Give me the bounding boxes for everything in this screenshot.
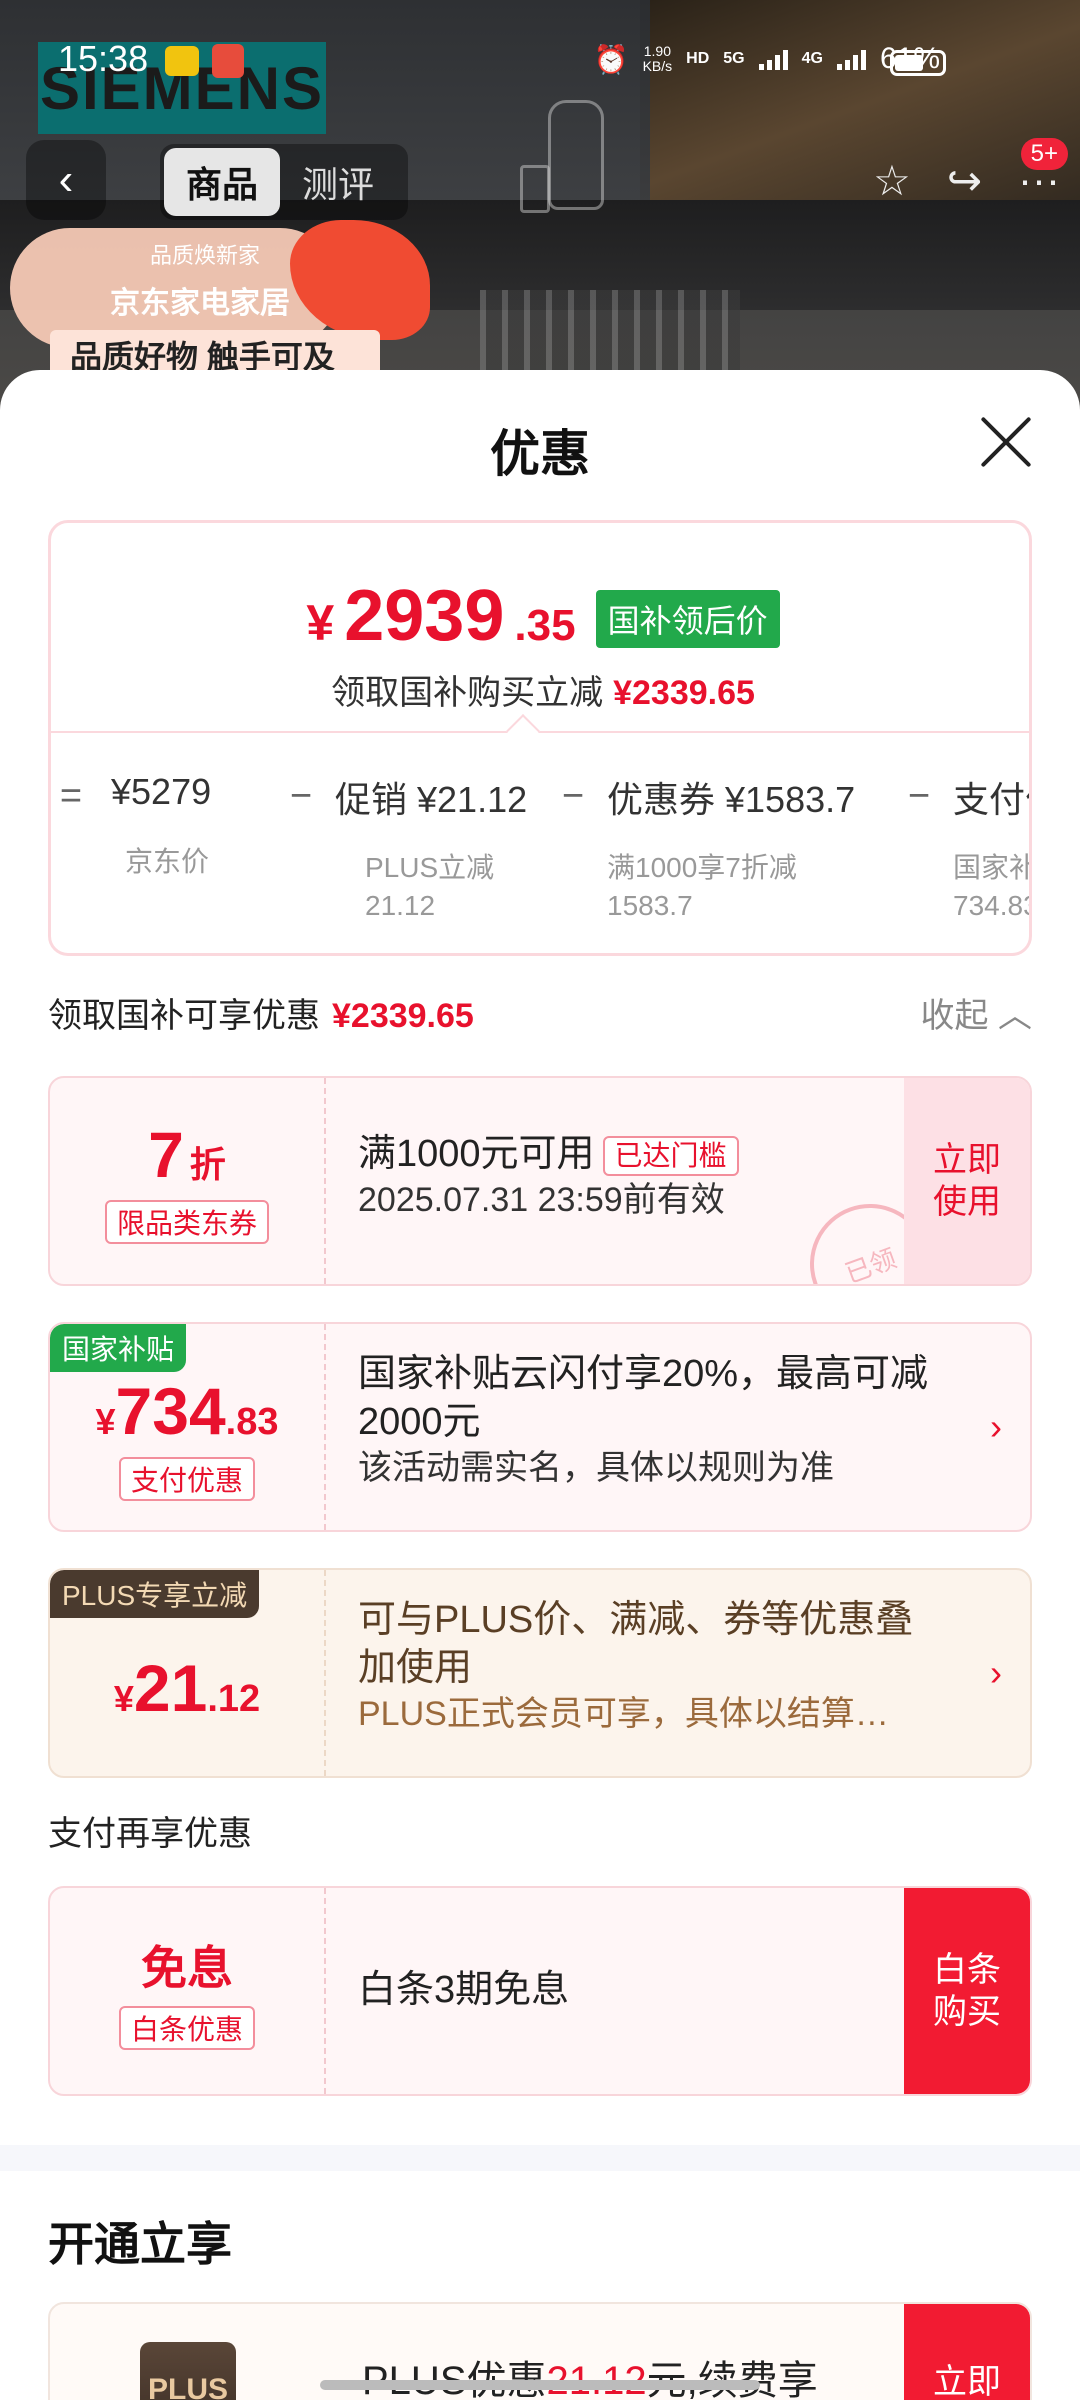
coupon-condition: 国家补贴云闪付享20%，最高可减2000元: [358, 1353, 929, 1443]
promo-banner: 品质焕新家 京东家电家居 品质好物 触手可及: [10, 220, 430, 382]
dishwasher-rack: [480, 290, 740, 370]
share-icon[interactable]: ↪: [947, 156, 982, 205]
coupon-note: 该活动需实名，具体以规则为准: [358, 1449, 834, 1487]
coupon-value: ¥734.83 支付优惠: [50, 1324, 326, 1530]
formula-op: =: [59, 775, 83, 817]
plus-logo: PLUS: [140, 2342, 236, 2400]
price-tag: 国补领后价: [595, 590, 780, 648]
formula-op: −: [289, 775, 313, 817]
coupon-type-pill: 白条优惠: [118, 2006, 255, 2050]
chevron-right-icon: ›: [990, 1406, 1002, 1447]
formula-item: 优惠券 ¥1583.7 满1000享7折减 1583.7: [607, 779, 856, 921]
formula-item: ¥5279 京东价: [111, 771, 212, 877]
app-notification-icon-2: [212, 44, 244, 78]
coupon-value: 7折 限品类东券: [50, 1078, 326, 1284]
price-sub-line: 领取国补购买立减 ¥2339.65: [331, 674, 755, 712]
coupon-note: PLUS正式会员可享，具体以结算…: [358, 1695, 889, 1733]
coupon-value: ¥21.12: [50, 1570, 326, 1776]
coupon-card[interactable]: 7折 限品类东券 满1000元可用 已达门槛 2025.07.31 23:59前有…: [48, 1076, 1032, 1286]
plus-offer-text: PLUS优惠21.12元,续费享: [362, 2348, 818, 2400]
coupon-type-pill: 限品类东券: [104, 1200, 269, 1244]
promo-line1: 品质焕新家: [150, 243, 261, 268]
hd-icon: HD: [686, 50, 710, 67]
tab-product[interactable]: 商品: [164, 148, 280, 216]
pay-section-header: 支付再享优惠: [48, 1806, 1032, 1855]
threshold-tag: 已达门槛: [602, 1135, 739, 1176]
status-bar: 15:38 ⏰ 1.90 KB/s HD 5G 4G 61%: [0, 0, 1080, 120]
coupon-condition: 可与PLUS价、满减、券等优惠叠加使用: [358, 1599, 914, 1689]
favorite-star-icon[interactable]: ☆: [873, 156, 911, 205]
promo-line2: 京东家电家居: [110, 287, 290, 320]
coupon-type-pill: 支付优惠: [118, 1457, 255, 1501]
formula-op: −: [561, 775, 585, 817]
app-notification-icon: [165, 46, 199, 76]
alarm-icon: ⏰: [593, 43, 629, 75]
divider: [51, 731, 1029, 733]
final-price: ¥ 2939 .35 国补领后价: [51, 575, 1029, 657]
section-gap: [0, 2145, 1080, 2171]
formula-item: 支付优 国家补734.83: [953, 779, 1032, 921]
formula-item: 促销 ¥21.12 PLUS立减 21.12: [335, 779, 528, 921]
coupon-value: 免息 白条优惠: [50, 1888, 326, 2094]
coupon-card[interactable]: 国家补贴 ¥734.83 支付优惠 国家补贴云闪付享20%，最高可减2000元 …: [48, 1322, 1032, 1532]
top-nav: ‹ 商品 测评 ☆ ↪ ··· 5+: [0, 138, 1080, 226]
tab-review[interactable]: 测评: [280, 148, 396, 216]
tab-group: 商品 测评: [160, 144, 408, 220]
chevron-up-icon: ︿: [998, 997, 1032, 1035]
divider-notch: [506, 714, 540, 748]
sub-amount: ¥2339.65: [613, 674, 755, 712]
message-badge: 5+: [1020, 138, 1068, 170]
section-amount: ¥2339.65: [332, 997, 474, 1035]
signal-icon-2: [836, 48, 866, 70]
formula-op: −: [907, 775, 931, 817]
price-formula: = ¥5279 京东价 − 促销 ¥21.12 PLUS立减 21.12 − 优惠…: [51, 771, 1032, 925]
section-label: 领取国补可享优惠 ¥2339.65: [48, 997, 474, 1035]
collapse-toggle[interactable]: 收起 ︿: [921, 988, 1032, 1037]
plus-open-button[interactable]: 立即: [904, 2304, 1030, 2400]
coupon-card[interactable]: PLUS专享立减 ¥21.12 可与PLUS价、满减、券等优惠叠加使用 PLUS…: [48, 1568, 1032, 1778]
price-decimal: .35: [514, 601, 576, 650]
signal-icon: [758, 48, 788, 70]
baitiao-buy-button[interactable]: 白条购买: [904, 1888, 1030, 2094]
section-label: 支付再享优惠: [48, 1815, 252, 1853]
baitiao-card[interactable]: 免息 白条优惠 白条3期免息 白条购买: [48, 1886, 1032, 2096]
network-speed: 1.90 KB/s: [642, 43, 673, 74]
price-summary-card: ¥ 2939 .35 国补领后价 领取国补购买立减 ¥2339.65 = ¥527…: [48, 520, 1032, 956]
back-button[interactable]: ‹: [26, 140, 106, 220]
discount-section-header: 领取国补可享优惠 ¥2339.65 收起 ︿: [48, 988, 1032, 1037]
network-4g: 4G: [801, 50, 823, 67]
chevron-right-icon: ›: [990, 1652, 1002, 1693]
close-icon[interactable]: [978, 414, 1034, 470]
sheet-title: 优惠: [490, 426, 590, 482]
use-now-button[interactable]: 立即使用: [904, 1078, 1030, 1284]
battery-icon: [890, 50, 946, 76]
status-icons: ⏰ 1.90 KB/s HD 5G 4G 61%: [594, 42, 940, 76]
discount-sheet: 优惠 ¥ 2939 .35 国补领后价 领取国补购买立减 ¥2339.65 = ¥…: [0, 370, 1080, 2400]
price-integer: 2939: [344, 576, 505, 656]
home-indicator[interactable]: [320, 2380, 760, 2390]
open-section-title: 开通立享: [48, 2218, 232, 2270]
chevron-left-icon: ‹: [58, 155, 74, 204]
network-5g: 5G: [723, 50, 745, 67]
status-time: 15:38: [58, 38, 149, 79]
